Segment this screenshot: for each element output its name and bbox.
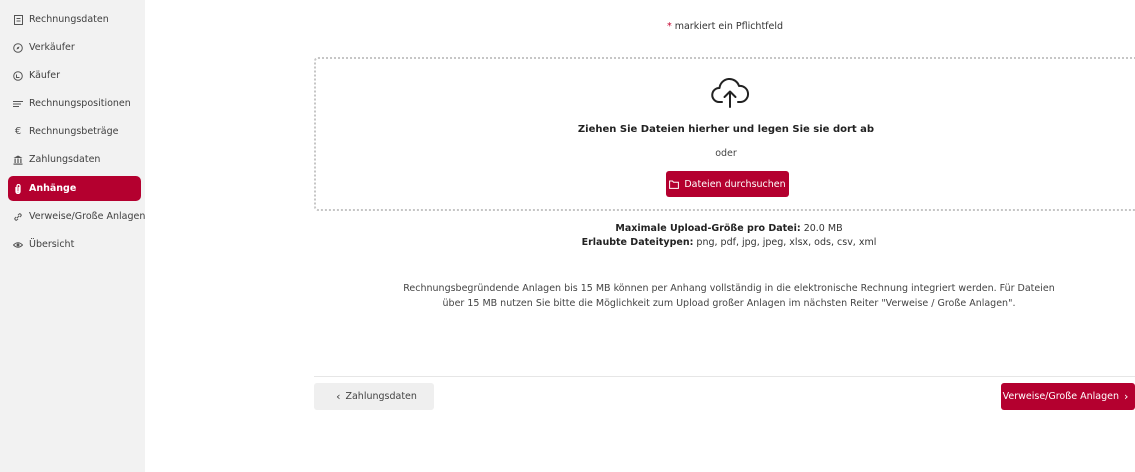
max-upload-size: Maximale Upload-Größe pro Datei: 20.0 MB xyxy=(314,223,1135,234)
next-step-button[interactable]: Verweise/Große Anlagen › xyxy=(1001,383,1135,410)
circle-arrow-icon xyxy=(13,70,23,81)
required-star: * xyxy=(666,21,672,32)
dropzone-or: oder xyxy=(715,148,737,159)
sidebar-item-label: Übersicht xyxy=(29,239,75,250)
max-size-label: Maximale Upload-Größe pro Datei: xyxy=(615,223,801,234)
types-value: png, pdf, jpg, jpeg, xlsx, ods, csv, xml xyxy=(696,237,877,248)
chevron-left-icon: ‹ xyxy=(336,390,341,403)
cloud-upload-icon xyxy=(711,77,750,108)
required-field-note: * markiert ein Pflichtfeld xyxy=(145,21,1135,32)
required-note-text: markiert ein Pflichtfeld xyxy=(674,21,784,32)
compass-icon xyxy=(13,42,23,53)
sidebar-item-kaeufer[interactable]: Käufer xyxy=(8,63,141,88)
attachment-note-line2: über 15 MB nutzen Sie bitte die Möglichk… xyxy=(442,298,1016,309)
euro-icon: € xyxy=(14,126,22,137)
dropzone-title: Ziehen Sie Dateien hierher und legen Sie… xyxy=(577,124,875,135)
attachment-note-line1: Rechnungsbegründende Anlagen bis 15 MB k… xyxy=(403,283,1055,294)
folder-icon xyxy=(669,180,680,189)
sidebar-item-label: Verweise/Große Anlagen xyxy=(29,211,146,222)
sidebar-item-rechnungsbetraege[interactable]: € Rechnungsbeträge xyxy=(8,119,141,144)
sidebar-item-label: Rechnungspositionen xyxy=(29,98,131,109)
sidebar-item-rechnungspositionen[interactable]: Rechnungspositionen xyxy=(8,91,141,116)
sidebar-item-rechnungsdaten[interactable]: Rechnungsdaten xyxy=(8,7,141,32)
previous-step-button[interactable]: ‹ Zahlungsdaten xyxy=(314,383,434,410)
sidebar-item-label: Zahlungsdaten xyxy=(29,154,101,165)
previous-step-label: Zahlungsdaten xyxy=(345,391,417,402)
bank-icon xyxy=(13,155,23,165)
browse-files-button[interactable]: Dateien durchsuchen xyxy=(666,171,789,197)
main-content: * markiert ein Pflichtfeld Ziehen Sie Da… xyxy=(145,0,1135,472)
sidebar-item-zahlungsdaten[interactable]: Zahlungsdaten xyxy=(8,147,141,172)
next-step-label: Verweise/Große Anlagen xyxy=(1002,391,1119,402)
attachment-note: Rechnungsbegründende Anlagen bis 15 MB k… xyxy=(314,281,1135,311)
list-icon xyxy=(13,99,23,109)
sidebar-item-anhaenge[interactable]: Anhänge xyxy=(8,176,141,201)
allowed-file-types: Erlaubte Dateitypen: png, pdf, jpg, jpeg… xyxy=(314,237,1135,248)
file-dropzone[interactable]: Ziehen Sie Dateien hierher und legen Sie… xyxy=(314,57,1135,211)
paperclip-icon xyxy=(13,183,23,194)
max-size-value: 20.0 MB xyxy=(803,223,843,234)
sidebar-item-verkaeufer[interactable]: Verkäufer xyxy=(8,35,141,60)
types-label: Erlaubte Dateitypen: xyxy=(581,237,694,248)
sidebar-item-label: Verkäufer xyxy=(29,42,75,53)
sidebar-item-verweise[interactable]: Verweise/Große Anlagen xyxy=(8,204,145,229)
sidebar-item-uebersicht[interactable]: Übersicht xyxy=(8,232,141,257)
eye-icon xyxy=(13,240,23,250)
sidebar-item-label: Käufer xyxy=(29,70,61,81)
chevron-right-icon: › xyxy=(1123,390,1129,403)
divider xyxy=(314,376,1135,377)
sidebar-item-label: Anhänge xyxy=(29,183,77,194)
browse-files-label: Dateien durchsuchen xyxy=(684,178,786,190)
sidebar-item-label: Rechnungsdaten xyxy=(29,14,109,25)
sidebar-item-label: Rechnungsbeträge xyxy=(29,126,119,137)
link-icon xyxy=(13,212,23,222)
document-icon xyxy=(13,14,23,25)
sidebar: Rechnungsdaten Verkäufer Käufer Rechnung… xyxy=(0,0,145,472)
